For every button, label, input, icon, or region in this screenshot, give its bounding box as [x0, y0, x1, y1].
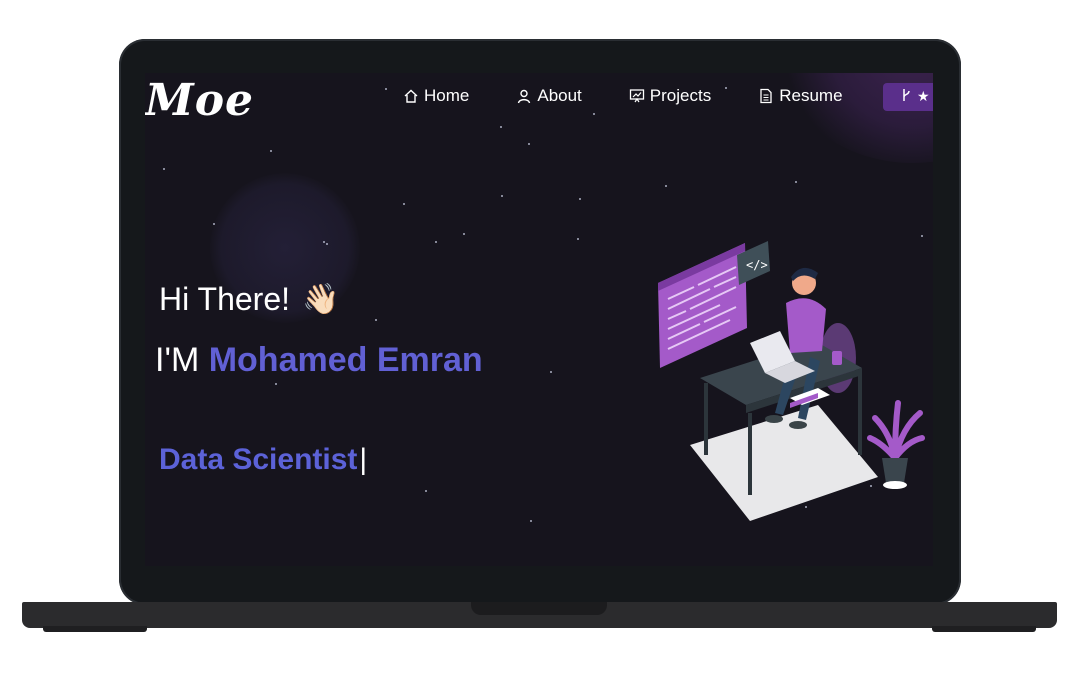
star-icon: ★ — [917, 89, 930, 105]
developer-illustration: </> — [658, 241, 925, 521]
nav-about[interactable]: About — [516, 86, 582, 106]
code-tag-label: </> — [746, 258, 768, 272]
user-icon — [516, 88, 532, 104]
typing-cursor: | — [359, 443, 368, 476]
nav-projects[interactable]: Projects — [629, 86, 711, 106]
greeting-text: Hi There! — [159, 281, 291, 317]
nav-projects-label: Projects — [649, 86, 712, 105]
github-star-button[interactable]: ★ — [883, 83, 933, 111]
site-logo[interactable]: Moe — [145, 75, 254, 126]
nav-resume-label: Resume — [779, 86, 843, 105]
intro-prefix: I'M — [155, 341, 200, 379]
nav-about-label: About — [537, 86, 582, 105]
laptop-foot-right — [932, 626, 1036, 632]
laptop-foot-left — [43, 626, 147, 632]
home-icon — [403, 88, 419, 104]
nav-home-label: Home — [424, 86, 470, 105]
wave-emoji: 👋🏻 — [302, 283, 340, 316]
website-screen: Moe Home About Projects Resume ★ Hi Ther… — [145, 73, 933, 566]
greeting: Hi There! 👋🏻 — [159, 281, 339, 318]
document-icon — [758, 88, 774, 104]
hero-name: Mohamed Emran — [208, 341, 483, 379]
nav-home[interactable]: Home — [403, 86, 469, 106]
laptop-notch — [471, 602, 607, 615]
projects-icon — [629, 88, 645, 104]
role-text: Data Scientist — [159, 443, 358, 476]
fork-icon — [901, 88, 911, 106]
intro-heading: I'M Mohamed Emran — [155, 341, 483, 380]
typewriter-role: Data Scientist| — [159, 443, 367, 477]
main-nav: Home About Projects Resume — [403, 86, 890, 106]
nav-resume[interactable]: Resume — [758, 86, 843, 106]
